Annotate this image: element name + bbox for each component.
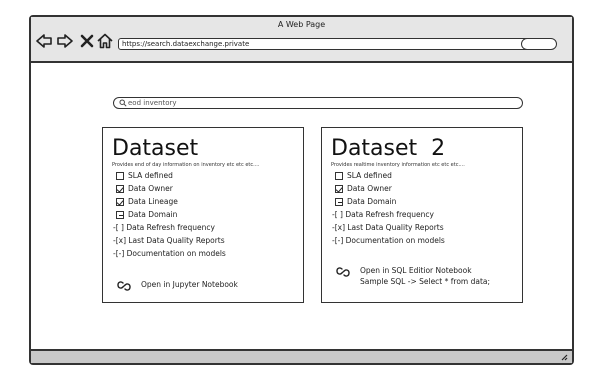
- checkbox[interactable]: [116, 210, 124, 219]
- text-item: -[x] Last Data Quality Reports: [332, 223, 444, 232]
- dataset-card-1[interactable]: Dataset Provides end of day information …: [102, 127, 304, 303]
- checklist-item-owner[interactable]: Data Owner: [116, 183, 173, 194]
- text-item: -[x] Last Data Quality Reports: [113, 236, 225, 245]
- text-item: -[ ] Data Refresh frequency: [332, 210, 434, 219]
- card-title: Dataset: [112, 136, 199, 161]
- close-icon[interactable]: [79, 33, 95, 49]
- home-icon[interactable]: [97, 33, 113, 49]
- resize-grip-icon[interactable]: [560, 353, 568, 361]
- checklist-item-domain[interactable]: Data Domain: [116, 209, 177, 220]
- checkbox[interactable]: [116, 184, 124, 193]
- checkbox[interactable]: [335, 197, 343, 206]
- search-value: eod inventory: [128, 99, 177, 107]
- window-title: A Web Page: [277, 20, 326, 29]
- search-input[interactable]: eod inventory: [113, 97, 523, 109]
- sample-sql-text: Sample SQL -> Select * from data;: [360, 277, 491, 286]
- browser-titlebar: A Web Page https://search.dataexchange.p…: [31, 17, 572, 63]
- browser-menu-button[interactable]: [521, 38, 557, 50]
- back-arrow-icon[interactable]: [36, 33, 52, 49]
- dataset-card-2[interactable]: Dataset 2 Provides realtime inventory in…: [321, 127, 523, 303]
- text-item: -[-] Documentation on models: [113, 249, 226, 258]
- checkbox[interactable]: [116, 171, 124, 180]
- checkbox[interactable]: [116, 197, 124, 206]
- forward-arrow-icon[interactable]: [57, 33, 73, 49]
- link-icon[interactable]: [116, 280, 132, 292]
- url-bar[interactable]: https://search.dataexchange.private: [118, 38, 538, 50]
- text-item: -[-] Documentation on models: [332, 236, 445, 245]
- checklist-item-domain[interactable]: Data Domain: [335, 196, 396, 207]
- card-description: Provides realtime inventory information …: [331, 162, 465, 168]
- text-item: -[ ] Data Refresh frequency: [113, 223, 215, 232]
- checklist-item-sla[interactable]: SLA defined: [335, 170, 392, 181]
- search-icon: [119, 99, 127, 107]
- status-bar: [31, 349, 572, 363]
- browser-window: A Web Page https://search.dataexchange.p…: [29, 15, 574, 365]
- open-notebook-link[interactable]: Open in Jupyter Notebook: [141, 280, 238, 290]
- card-title: Dataset 2: [331, 136, 446, 161]
- checklist-item-owner[interactable]: Data Owner: [335, 183, 392, 194]
- checkbox[interactable]: [335, 171, 343, 180]
- link-icon[interactable]: [335, 266, 351, 278]
- checklist-item-sla[interactable]: SLA defined: [116, 170, 173, 181]
- open-sql-editor-link[interactable]: Open in SQL Editior Notebook: [360, 266, 472, 276]
- card-description: Provides end of day information on inven…: [112, 162, 260, 168]
- checklist-item-lineage[interactable]: Data Lineage: [116, 196, 178, 207]
- checkbox[interactable]: [335, 184, 343, 193]
